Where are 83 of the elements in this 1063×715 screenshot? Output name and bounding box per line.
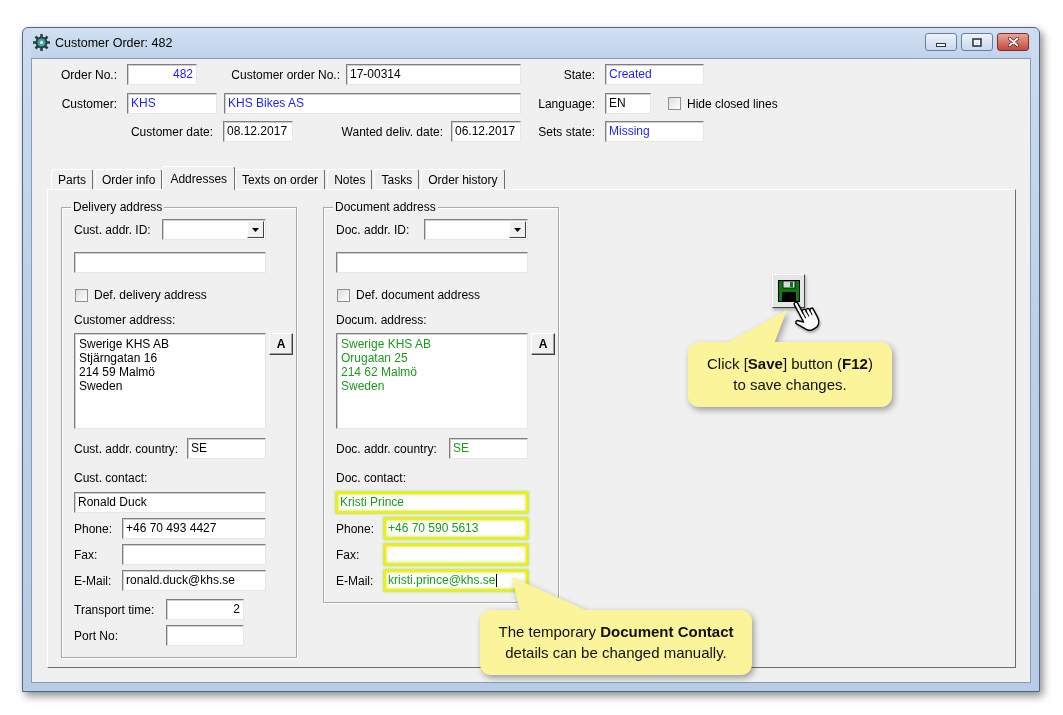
field-label: Customer address:: [74, 313, 176, 327]
wanted-delivery-date-field[interactable]: 06.12.2017: [451, 121, 521, 142]
customer-date-label: Customer date:: [130, 124, 213, 139]
field-label: Cust. addr. ID:: [74, 222, 151, 237]
address-textarea[interactable]: Swerige KHS AB Orugatan 25 214 62 Malmö Sweden: [336, 333, 528, 429]
checkbox-label: Def. delivery address: [94, 288, 207, 302]
text-field[interactable]: 2: [166, 599, 244, 620]
address-id-dropdown[interactable]: [162, 219, 266, 240]
save-button[interactable]: [772, 274, 805, 308]
field-label: Doc. contact:: [336, 471, 407, 485]
contact-name-field[interactable]: Kristi Prince: [336, 492, 528, 513]
customer-order-number-field[interactable]: 17-00314: [346, 64, 521, 85]
field-label: E-Mail:: [74, 573, 112, 588]
contact-detail-field[interactable]: [122, 544, 266, 565]
gear-icon: [33, 34, 50, 51]
checkbox[interactable]: [337, 288, 350, 302]
contact-detail-field[interactable]: +46 70 493 4427: [122, 518, 266, 539]
language-label: Language:: [538, 96, 595, 111]
order-number-label: Order No.:: [61, 67, 117, 82]
minimize-button[interactable]: [925, 33, 957, 51]
field-label: Docum. address:: [336, 313, 427, 327]
caret-icon: [252, 227, 259, 232]
contact-detail-field[interactable]: +46 70 590 5613: [384, 518, 528, 539]
close-button[interactable]: [997, 33, 1029, 51]
field-label: Phone:: [74, 521, 113, 536]
tab[interactable]: Tasks: [374, 169, 420, 189]
checkbox[interactable]: [75, 288, 88, 302]
minimize-icon: [936, 43, 946, 47]
address-button[interactable]: A: [269, 333, 293, 355]
state-label: State:: [563, 67, 595, 82]
tab[interactable]: Notes: [327, 169, 373, 189]
field-label: Cust. addr. country:: [74, 441, 179, 456]
sets-state-field[interactable]: Missing: [605, 121, 704, 142]
field-label: Fax:: [74, 547, 98, 562]
contact-name-field[interactable]: Ronald Duck: [74, 492, 266, 513]
language-field[interactable]: EN: [605, 93, 651, 114]
contact-detail-field[interactable]: ronald.duck@khs.se: [122, 570, 266, 591]
checkbox[interactable]: [668, 97, 681, 110]
order-number-field[interactable]: 482: [127, 64, 197, 85]
customer-date-field[interactable]: 08.12.2017: [223, 121, 293, 142]
wanted-delivery-date-label: Wanted deliv. date:: [341, 124, 443, 139]
sets-state-label: Sets state:: [538, 124, 595, 139]
customer-order-number-label: Customer order No.:: [231, 67, 340, 82]
address-textarea[interactable]: Swerige KHS AB Stjärngatan 16 214 59 Malmö Sweden: [74, 333, 266, 429]
text-field[interactable]: [74, 252, 266, 273]
country-field[interactable]: SE: [187, 438, 266, 459]
maximize-icon: [972, 37, 982, 47]
customer-name-field[interactable]: KHS Bikes AS: [224, 93, 521, 114]
contact-detail-field[interactable]: kristi.prince@khs.se: [384, 570, 528, 591]
customer-label: Customer:: [61, 96, 117, 111]
field-label: E-Mail:: [336, 573, 374, 588]
dropdown-button[interactable]: [247, 221, 264, 238]
group-title: Document address: [333, 200, 438, 214]
callout-text: The temporary Document Contact details can be changed manually.: [498, 622, 734, 663]
checkbox-label: Def. document address: [356, 288, 481, 302]
window-title: Customer Order: 482: [55, 35, 173, 51]
maximize-button[interactable]: [961, 33, 993, 51]
dropdown-button[interactable]: [509, 221, 526, 238]
field-label: Doc. addr. country:: [336, 441, 437, 456]
text-field[interactable]: [166, 625, 244, 646]
field-label: Doc. addr. ID:: [336, 222, 410, 237]
customer-code-field[interactable]: KHS: [127, 93, 217, 114]
group-title: Delivery address: [71, 200, 165, 214]
address-button[interactable]: A: [531, 333, 555, 355]
close-icon: [1007, 37, 1019, 47]
tab[interactable]: Texts on order: [235, 169, 326, 189]
text-cursor-icon: [495, 574, 497, 588]
state-field[interactable]: Created: [605, 64, 704, 85]
address-id-dropdown[interactable]: [424, 219, 528, 240]
callout-text: Click [Save] button (F12) to save changes.: [707, 354, 873, 395]
tab[interactable]: Parts: [51, 169, 93, 189]
tab[interactable]: Addresses: [162, 166, 236, 190]
field-label: Fax:: [336, 547, 360, 562]
field-label: Transport time:: [74, 602, 155, 617]
text-field[interactable]: [336, 252, 528, 273]
caret-icon: [514, 227, 521, 232]
field-label: Port No:: [74, 628, 118, 643]
field-label: Phone:: [336, 521, 375, 536]
tab[interactable]: Order info: [95, 169, 163, 189]
country-field[interactable]: SE: [449, 438, 528, 459]
tab[interactable]: Order history: [421, 169, 505, 189]
field-label: Cust. contact:: [74, 471, 148, 485]
checkbox-label: Hide closed lines: [687, 96, 778, 111]
